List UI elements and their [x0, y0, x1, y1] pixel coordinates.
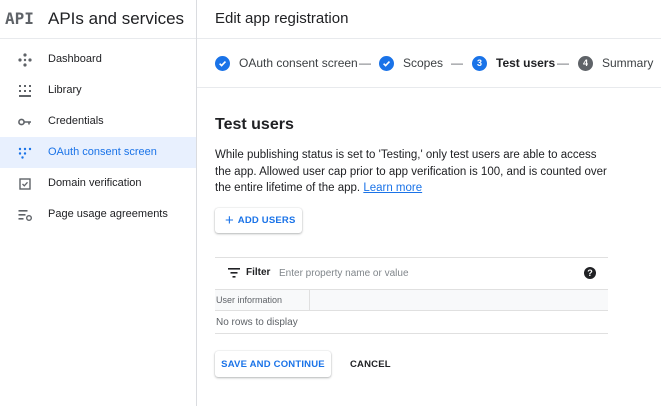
column-header-label: User information: [216, 295, 283, 305]
plus-icon: +: [225, 212, 234, 229]
cancel-button[interactable]: CANCEL: [342, 351, 399, 377]
sidebar-item-label: Library: [48, 84, 82, 96]
sidebar-item-library[interactable]: Library: [0, 75, 196, 106]
column-header-user-information[interactable]: User information: [215, 290, 310, 310]
step-number-badge: 4: [578, 55, 593, 71]
sidebar-item-label: Dashboard: [48, 53, 102, 65]
filter-label: Filter: [246, 267, 271, 278]
description: While publishing status is set to 'Testi…: [215, 147, 615, 197]
help-icon[interactable]: ?: [584, 267, 596, 279]
sidebar-header: API APIs and services: [0, 0, 196, 39]
table-empty-row: No rows to display: [215, 311, 608, 334]
step-label: Test users: [496, 56, 556, 70]
sidebar-item-dashboard[interactable]: Dashboard: [0, 44, 196, 75]
empty-state-text: No rows to display: [216, 317, 298, 328]
sidebar-item-domain-verification[interactable]: Domain verification: [0, 168, 196, 199]
check-circle-icon: [215, 55, 230, 71]
sidebar-item-label: Domain verification: [48, 177, 142, 189]
step-number-badge: 3: [472, 55, 487, 71]
step-label: Scopes: [403, 56, 444, 70]
filter-icon: [228, 268, 240, 278]
stepper: OAuth consent screen — Scopes — 3 Test u…: [197, 39, 661, 88]
add-users-button[interactable]: + ADD USERS: [215, 208, 302, 233]
check-circle-icon: [379, 55, 394, 71]
step-label: OAuth consent screen: [239, 56, 358, 70]
page-title: Edit app registration: [215, 10, 349, 27]
library-icon: [19, 85, 31, 97]
sidebar-item-label: Credentials: [48, 115, 104, 127]
step-separator: —: [451, 56, 463, 70]
sidebar: API APIs and services Dashboard Library: [0, 0, 197, 406]
table-header-row: User information: [215, 290, 608, 311]
step-label: Summary: [602, 56, 654, 70]
settings-list-icon: [18, 210, 32, 221]
step-scopes[interactable]: Scopes: [379, 53, 443, 73]
step-separator: —: [359, 56, 371, 70]
sidebar-item-page-usage-agreements[interactable]: Page usage agreements: [0, 199, 196, 230]
test-users-table: Filter ? User information No rows to dis…: [215, 257, 608, 334]
sidebar-item-oauth-consent-screen[interactable]: OAuth consent screen: [0, 137, 196, 168]
api-logo: API: [5, 9, 34, 28]
step-oauth-consent-screen[interactable]: OAuth consent screen: [215, 53, 358, 73]
cancel-label: CANCEL: [350, 358, 391, 370]
section-title: Test users: [215, 116, 294, 133]
page-header: Edit app registration: [197, 0, 661, 39]
key-icon: [18, 118, 31, 126]
filter-input[interactable]: [279, 265, 559, 281]
sidebar-item-label: Page usage agreements: [48, 208, 168, 220]
sidebar-item-label: OAuth consent screen: [48, 146, 157, 158]
sidebar-item-credentials[interactable]: Credentials: [0, 106, 196, 137]
dashboard-icon: [18, 53, 32, 67]
step-summary[interactable]: 4 Summary: [578, 53, 653, 73]
step-separator: —: [557, 56, 569, 70]
filter-bar: Filter ?: [215, 257, 608, 290]
checkbox-icon: [19, 178, 31, 190]
step-test-users[interactable]: 3 Test users: [472, 53, 555, 73]
save-and-continue-label: SAVE AND CONTINUE: [221, 358, 325, 370]
sidebar-nav: Dashboard Library Credentials OAuth cons…: [0, 44, 196, 230]
product-title: APIs and services: [48, 9, 185, 28]
oauth-icon: [18, 147, 32, 159]
save-and-continue-button[interactable]: SAVE AND CONTINUE: [215, 351, 331, 377]
add-users-label: ADD USERS: [237, 215, 296, 226]
learn-more-link[interactable]: Learn more: [363, 182, 422, 194]
